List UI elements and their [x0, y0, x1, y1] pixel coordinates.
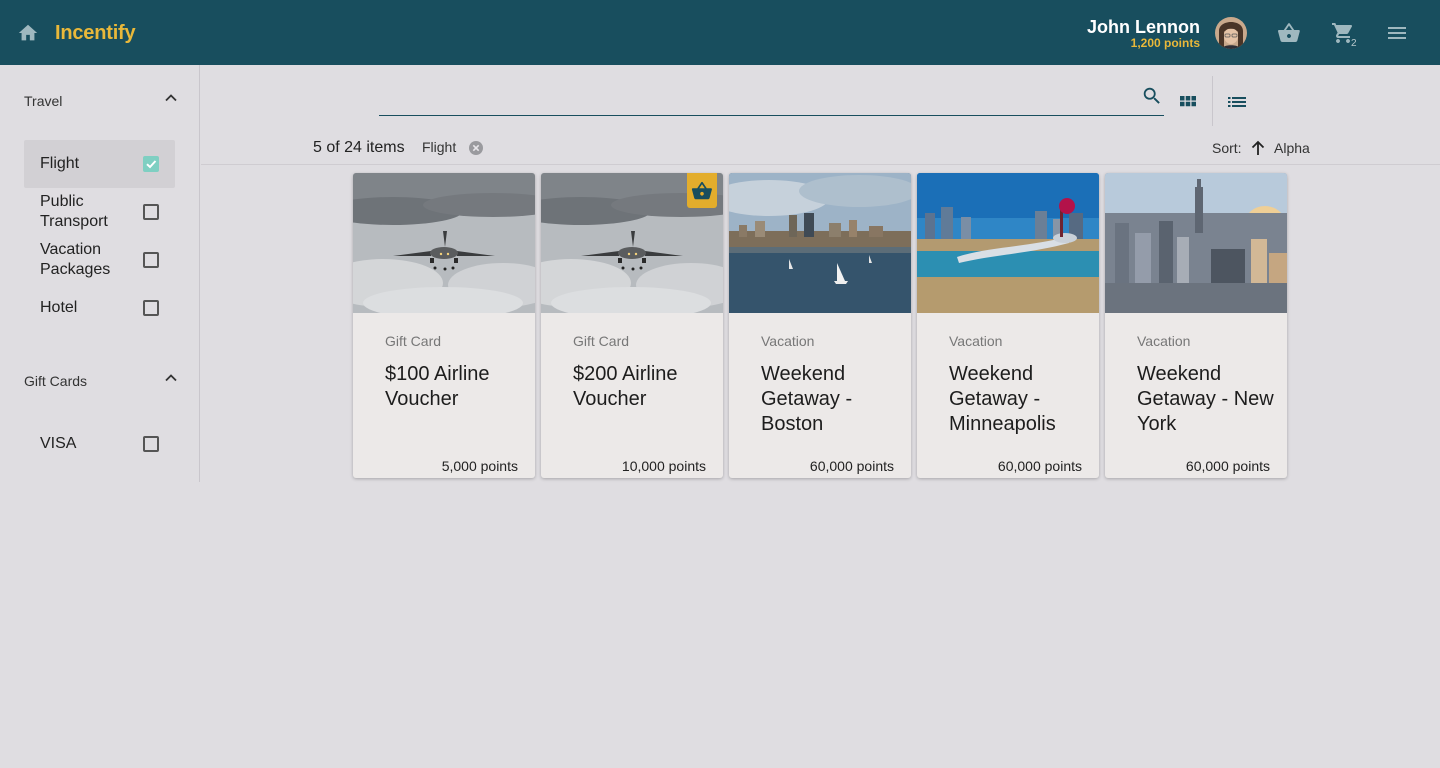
airplane-image: [353, 173, 535, 313]
basket-icon: [691, 181, 712, 200]
close-icon[interactable]: [468, 140, 484, 156]
card-title: $100 Airline Voucher: [385, 363, 490, 410]
filter-label: Hotel: [40, 299, 78, 316]
filter-item-public-transport[interactable]: Public Transport: [24, 188, 175, 236]
product-card[interactable]: Gift Card $100 Airline Voucher 5,000 poi…: [353, 173, 535, 478]
card-points: 60,000 points: [997, 458, 1082, 474]
card-category: Vacation: [949, 333, 1003, 349]
card-points: 60,000 points: [1185, 458, 1270, 474]
filter-item-flight[interactable]: Flight: [24, 140, 175, 188]
checkbox[interactable]: [143, 204, 159, 220]
avatar[interactable]: [1215, 17, 1247, 49]
product-card[interactable]: Gift Card $200 Airline Voucher 10,000 po…: [541, 173, 723, 478]
checkbox[interactable]: [143, 436, 159, 452]
sort-value[interactable]: Alpha: [1274, 140, 1310, 156]
card-points: 60,000 points: [809, 458, 894, 474]
divider: [201, 164, 1440, 165]
card-points: 10,000 points: [621, 458, 706, 474]
card-title: $200 Airline Voucher: [573, 363, 678, 410]
section-title-travel[interactable]: Travel: [24, 93, 62, 109]
chip-label: Flight: [422, 139, 457, 155]
checkbox[interactable]: [143, 252, 159, 268]
arrow-up-icon[interactable]: [1248, 138, 1268, 158]
section-title-gift-cards[interactable]: Gift Cards: [24, 373, 87, 389]
minneapolis-sculpture-image: [917, 173, 1099, 313]
boston-harbor-image: [729, 173, 911, 313]
user-points: 1,200 points: [1130, 36, 1200, 50]
basket-icon[interactable]: [1277, 21, 1301, 45]
filter-label: Vacation Packages: [40, 241, 111, 278]
product-card[interactable]: Vacation Weekend Getaway - Minneapolis 6…: [917, 173, 1099, 478]
grid-view-icon[interactable]: [1178, 92, 1198, 112]
card-category: Vacation: [1137, 333, 1191, 349]
filter-label: Flight: [40, 155, 80, 172]
menu-icon[interactable]: [1385, 21, 1409, 45]
card-title: Weekend Getaway - Minneapolis: [949, 363, 1056, 435]
filter-item-hotel[interactable]: Hotel: [24, 284, 175, 332]
search-field: [379, 84, 1164, 116]
home-icon[interactable]: [17, 22, 39, 44]
card-category: Gift Card: [573, 333, 630, 349]
search-input[interactable]: [379, 84, 1134, 114]
card-category: Vacation: [761, 333, 815, 349]
filter-label: Public Transport: [40, 193, 108, 230]
card-title: Weekend Getaway - Boston: [761, 363, 853, 435]
search-icon[interactable]: [1141, 85, 1163, 107]
checkbox[interactable]: [143, 300, 159, 316]
cart-count-badge: 2: [1351, 38, 1357, 49]
brand-logo[interactable]: Incentify: [55, 22, 136, 45]
user-info[interactable]: John Lennon 1,200 points: [1087, 17, 1200, 49]
product-card[interactable]: Vacation Weekend Getaway - New York 60,0…: [1105, 173, 1287, 478]
results-count: 5 of 24 items: [313, 139, 405, 156]
filter-chip-flight: Flight: [422, 139, 483, 159]
user-name: John Lennon: [1087, 17, 1200, 37]
chevron-up-icon[interactable]: [163, 90, 179, 106]
filter-sidebar: Travel Flight Public Transport Vacation …: [0, 65, 200, 482]
filter-label: VISA: [40, 435, 77, 452]
chevron-up-icon[interactable]: [163, 370, 179, 386]
new-york-skyline-image: [1105, 173, 1287, 313]
toolbar-divider: [1212, 76, 1213, 126]
in-basket-badge[interactable]: [687, 173, 717, 208]
filter-item-visa[interactable]: VISA: [24, 420, 175, 468]
top-app-bar: Incentify John Lennon 1,200 points 2: [0, 0, 1440, 65]
card-title: Weekend Getaway - New York: [1137, 363, 1274, 435]
list-view-icon[interactable]: [1226, 92, 1248, 112]
sort-label: Sort:: [1212, 140, 1242, 156]
card-points: 5,000 points: [441, 458, 518, 474]
card-category: Gift Card: [385, 333, 442, 349]
filter-item-vacation-packages[interactable]: Vacation Packages: [24, 236, 175, 284]
product-card[interactable]: Vacation Weekend Getaway - Boston 60,000…: [729, 173, 911, 478]
checkbox-checked[interactable]: [143, 156, 159, 172]
